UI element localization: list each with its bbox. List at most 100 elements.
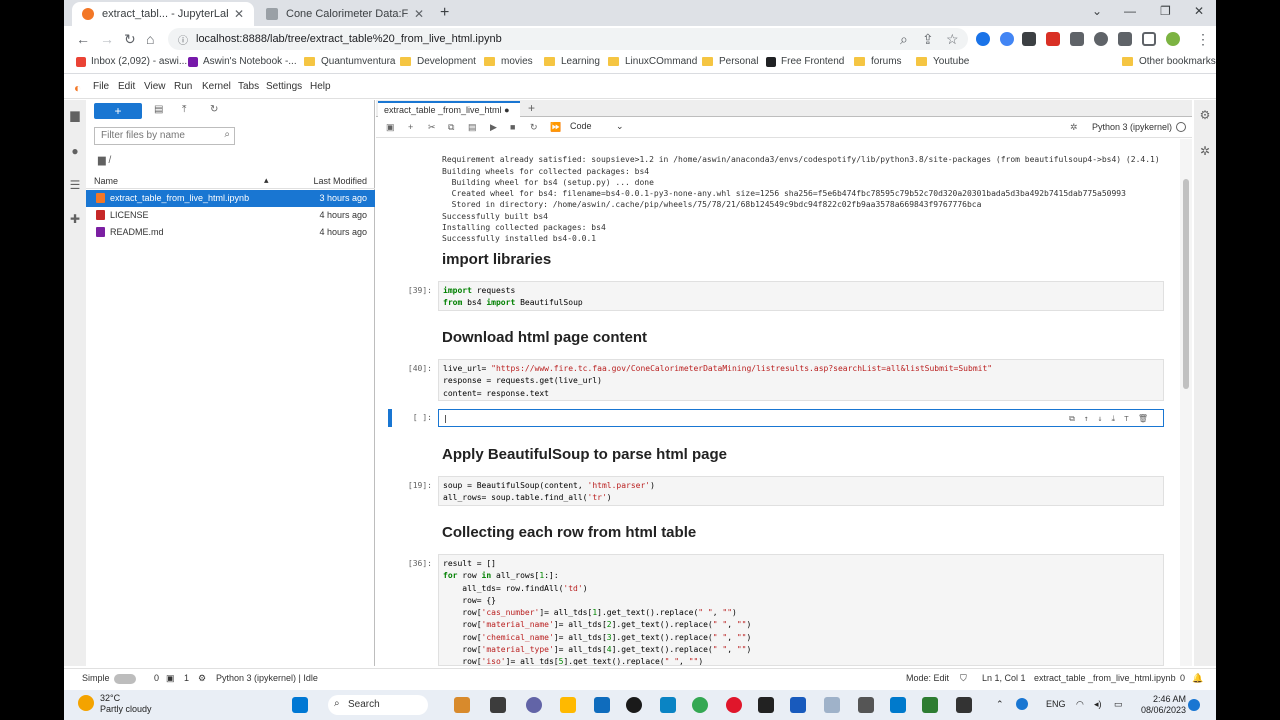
- browser-tab-cone-calorimeter[interactable]: Cone Calorimeter Data:FAA Fire S ✕: [256, 2, 434, 26]
- notification-badge[interactable]: [1188, 699, 1200, 711]
- add-cell-icon[interactable]: +: [408, 122, 413, 132]
- paste-icon[interactable]: ▤: [468, 122, 477, 133]
- filter-input[interactable]: Filter files by name ⌕: [94, 127, 235, 145]
- dell-icon[interactable]: [626, 697, 642, 713]
- property-inspector-icon[interactable]: ⚙: [1198, 108, 1212, 122]
- bookmark-folder[interactable]: Development: [400, 56, 476, 67]
- bookmark-onenote[interactable]: Aswin's Notebook -...: [188, 56, 297, 67]
- taskbar-search[interactable]: ⌕ Search: [328, 695, 428, 715]
- menu-view[interactable]: View: [144, 81, 166, 92]
- bookmark-folder[interactable]: Learning: [544, 56, 600, 67]
- bookmark-folder[interactable]: Youtube: [916, 56, 969, 67]
- debugger-icon[interactable]: ✲: [1198, 144, 1212, 158]
- battery-icon[interactable]: ▭: [1114, 699, 1123, 710]
- active-code-cell[interactable]: | ⧉↑↓⤓⊤🗑: [438, 409, 1164, 427]
- language-indicator[interactable]: ENG: [1046, 699, 1066, 709]
- run-icon[interactable]: ▶: [490, 122, 497, 133]
- app-icon[interactable]: [660, 697, 676, 713]
- share-icon[interactable]: ⇪: [922, 31, 934, 48]
- sidepanel-icon[interactable]: [1142, 32, 1156, 46]
- close-icon[interactable]: ✕: [414, 7, 424, 21]
- code-cell[interactable]: soup = BeautifulSoup(content, 'html.pars…: [438, 476, 1164, 506]
- cut-icon[interactable]: ✂: [428, 122, 436, 133]
- extensions-puzzle-icon[interactable]: [1118, 32, 1132, 46]
- extension-icon[interactable]: [1000, 32, 1014, 46]
- notebook-tab[interactable]: extract_table _from_live_html ●: [378, 101, 520, 117]
- kernel-count[interactable]: 1: [184, 673, 189, 683]
- tab-search-icon[interactable]: ⌄: [1092, 4, 1102, 18]
- shield-icon[interactable]: ⛉: [960, 673, 967, 684]
- address-bar[interactable]: ⓘ localhost:8888/lab/tree/extract_table%…: [168, 28, 968, 50]
- terminal-icon[interactable]: [758, 697, 774, 713]
- menu-tabs[interactable]: Tabs: [238, 81, 259, 92]
- extension-icon[interactable]: [1094, 32, 1108, 46]
- bookmark-folder[interactable]: LinuxCOmmand: [608, 56, 697, 67]
- terminal-count[interactable]: 0: [154, 673, 159, 683]
- bell-icon[interactable]: 🔔: [1192, 673, 1203, 684]
- maximize-icon[interactable]: ❐: [1160, 4, 1171, 18]
- refresh-icon[interactable]: ↻: [210, 104, 218, 115]
- weather-widget[interactable]: 32°C Partly cloudy: [78, 693, 152, 715]
- menu-settings[interactable]: Settings: [266, 81, 302, 92]
- toc-icon[interactable]: ☰: [68, 178, 82, 192]
- new-tab-icon[interactable]: +: [440, 4, 449, 22]
- close-icon[interactable]: ✕: [234, 7, 244, 21]
- info-icon[interactable]: ⓘ: [178, 32, 188, 47]
- bookmark-other[interactable]: Other bookmarks: [1122, 56, 1216, 67]
- minimize-icon[interactable]: —: [1124, 4, 1136, 18]
- volume-icon[interactable]: ◂): [1094, 699, 1102, 710]
- kernel-name[interactable]: Python 3 (ipykernel): [1092, 122, 1172, 132]
- menu-kernel[interactable]: Kernel: [202, 81, 231, 92]
- code-cell[interactable]: live_url= "https://www.fire.tc.faa.gov/C…: [438, 359, 1164, 401]
- word-icon[interactable]: [790, 697, 806, 713]
- extension-icon[interactable]: ✚: [68, 212, 82, 226]
- opera-icon[interactable]: [726, 697, 742, 713]
- clock[interactable]: 2:46 AM 08/06/2023: [1141, 694, 1186, 716]
- cursor-position[interactable]: Ln 1, Col 1: [982, 673, 1026, 683]
- file-explorer-icon[interactable]: [560, 697, 576, 713]
- wifi-icon[interactable]: ◠: [1076, 699, 1084, 710]
- app-icon[interactable]: [922, 697, 938, 713]
- cell-toolbar[interactable]: ⧉↑↓⤓⊤🗑: [1069, 413, 1157, 425]
- app-icon[interactable]: [526, 697, 542, 713]
- file-row[interactable]: extract_table_from_live_html.ipynb 3 hou…: [86, 190, 375, 207]
- file-row[interactable]: LICENSE 4 hours ago: [86, 207, 375, 224]
- chrome-icon[interactable]: [692, 697, 708, 713]
- extension-icon[interactable]: [976, 32, 990, 46]
- tray-chevron-icon[interactable]: ⌃: [996, 699, 1004, 710]
- forward-icon[interactable]: →: [100, 31, 114, 47]
- restart-icon[interactable]: ↻: [530, 122, 538, 133]
- simple-mode-toggle[interactable]: Simple: [82, 673, 136, 684]
- bookmark-gmail[interactable]: Inbox (2,092) - aswi...: [76, 56, 187, 67]
- app-icon[interactable]: [956, 697, 972, 713]
- notebook-scrollbar[interactable]: [1180, 139, 1192, 666]
- menu-run[interactable]: Run: [174, 81, 192, 92]
- cell-type-select[interactable]: Code ⌄: [570, 121, 626, 135]
- folder-icon[interactable]: ▆: [68, 108, 82, 122]
- bookmark-star-icon[interactable]: ☆: [946, 31, 959, 48]
- new-tab-icon[interactable]: +: [528, 101, 535, 115]
- browser-tab-jupyterlab[interactable]: extract_tabl... - JupyterLab ✕: [72, 2, 254, 26]
- bookmark-folder[interactable]: movies: [484, 56, 533, 67]
- column-name[interactable]: Name: [94, 176, 118, 186]
- stop-icon[interactable]: ■: [510, 122, 515, 132]
- copy-icon[interactable]: ⧉: [448, 122, 454, 133]
- close-window-icon[interactable]: ✕: [1194, 4, 1204, 18]
- vscode-icon[interactable]: [890, 697, 906, 713]
- new-folder-icon[interactable]: ▤: [154, 104, 163, 115]
- app-icon[interactable]: [594, 697, 610, 713]
- home-icon[interactable]: ⌂: [146, 31, 154, 47]
- reload-icon[interactable]: ↻: [124, 31, 136, 48]
- extension-icon[interactable]: [1070, 32, 1084, 46]
- app-icon[interactable]: [454, 697, 470, 713]
- new-launcher-button[interactable]: +: [94, 103, 142, 119]
- bookmark-folder[interactable]: Quantumventura: [304, 56, 396, 67]
- bookmark-freefrontend[interactable]: Free Frontend: [766, 56, 844, 67]
- calculator-icon[interactable]: [858, 697, 874, 713]
- menu-file[interactable]: File: [93, 81, 109, 92]
- breadcrumb[interactable]: ▆ /: [98, 155, 111, 166]
- code-cell[interactable]: result = [] for row in all_rows[1:]: all…: [438, 554, 1164, 666]
- windows-start-icon[interactable]: [292, 697, 308, 713]
- bookmark-folder[interactable]: Personal: [702, 56, 758, 67]
- scrollbar-thumb[interactable]: [1183, 179, 1189, 389]
